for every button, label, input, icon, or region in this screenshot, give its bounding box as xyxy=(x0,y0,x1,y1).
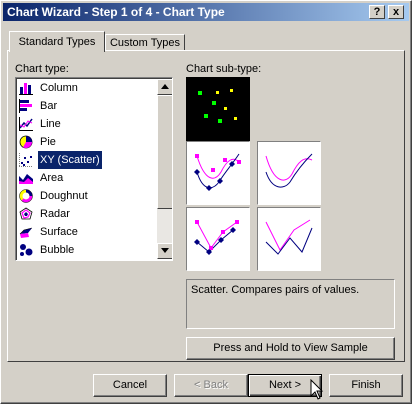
back-label: < Back xyxy=(194,379,228,391)
list-item-label: Radar xyxy=(40,208,70,220)
subtype-scatter-straight-markers[interactable] xyxy=(186,207,250,271)
list-item-label: Surface xyxy=(40,226,78,238)
list-item-label: Area xyxy=(40,172,64,184)
scatter-smooth-markers-icon xyxy=(194,153,241,191)
list-item-doughnut[interactable]: Doughnut xyxy=(18,187,156,205)
subtype-description: Scatter. Compares pairs of values. xyxy=(186,279,395,329)
chart-subtype-label: Chart sub-type: xyxy=(186,63,262,75)
radar-chart-icon xyxy=(19,207,33,220)
list-item-label: Column xyxy=(40,82,78,94)
tab-custom-types-label: Custom Types xyxy=(109,37,181,49)
list-item-column[interactable]: Column xyxy=(18,79,156,97)
finish-button[interactable]: Finish xyxy=(329,374,403,397)
tab-standard-types[interactable]: Standard Types xyxy=(9,31,105,52)
bar-chart-icon xyxy=(19,99,32,113)
back-button[interactable]: < Back xyxy=(174,374,248,397)
tab-custom-types[interactable]: Custom Types xyxy=(105,34,185,51)
view-sample-label: Press and Hold to View Sample xyxy=(213,342,368,354)
list-item-bubble[interactable]: Bubble xyxy=(18,241,156,259)
scroll-up-button[interactable] xyxy=(157,79,172,95)
scatter-straight-lines-icon xyxy=(265,219,313,255)
chart-type-label: Chart type: xyxy=(15,63,69,75)
subtype-scatter-markers-only[interactable] xyxy=(186,77,250,141)
list-item-label: XY (Scatter) xyxy=(37,150,103,170)
scatter-markers-only-icon xyxy=(198,89,237,123)
finish-label: Finish xyxy=(351,379,381,391)
doughnut-chart-icon xyxy=(19,189,33,203)
description-text: Scatter. Compares pairs of values. xyxy=(191,284,360,296)
arrow-up-icon xyxy=(161,84,169,89)
scatter-chart-icon xyxy=(19,153,33,167)
list-item-pie[interactable]: Pie xyxy=(18,133,156,151)
chart-wizard-dialog: Chart Wizard - Step 1 of 4 - Chart Type … xyxy=(0,0,412,404)
tab-standard-types-label: Standard Types xyxy=(18,36,96,48)
mouse-cursor-icon xyxy=(310,379,324,400)
line-chart-icon xyxy=(19,117,33,131)
list-item-area[interactable]: Area xyxy=(18,169,156,187)
scroll-down-button[interactable] xyxy=(157,243,172,259)
active-tab-joiner xyxy=(10,50,104,52)
subtype-scatter-straight-lines[interactable] xyxy=(257,207,321,271)
column-chart-icon xyxy=(19,83,33,95)
subtype-scatter-smooth-lines[interactable] xyxy=(257,141,321,205)
chart-type-scrollbar[interactable] xyxy=(157,79,172,259)
cancel-label: Cancel xyxy=(112,379,148,391)
scroll-thumb[interactable] xyxy=(157,95,172,209)
list-item-label: Line xyxy=(40,118,61,130)
pie-chart-icon xyxy=(19,135,33,149)
close-button[interactable]: x xyxy=(388,5,404,19)
area-chart-icon xyxy=(19,174,33,184)
window-title: Chart Wizard - Step 1 of 4 - Chart Type xyxy=(7,5,225,19)
subtype-scatter-smooth-markers[interactable] xyxy=(186,141,250,205)
list-item-label: Bubble xyxy=(40,244,75,256)
surface-chart-icon xyxy=(19,227,33,238)
scatter-straight-markers-icon xyxy=(194,220,239,255)
help-button[interactable]: ? xyxy=(369,5,385,19)
list-item-radar[interactable]: Radar xyxy=(18,205,156,223)
view-sample-button[interactable]: Press and Hold to View Sample xyxy=(186,337,395,360)
cancel-button[interactable]: Cancel xyxy=(93,374,167,397)
list-item-xy-scatter[interactable]: XY (Scatter) xyxy=(18,150,156,170)
list-item-surface[interactable]: Surface xyxy=(18,223,156,241)
list-item-label: Bar xyxy=(40,100,58,112)
scatter-smooth-lines-icon xyxy=(265,153,313,188)
arrow-down-icon xyxy=(161,248,169,253)
list-item-label: Pie xyxy=(40,136,56,148)
list-item-bar[interactable]: Bar xyxy=(18,97,156,115)
list-item-line[interactable]: Line xyxy=(18,115,156,133)
bubble-chart-icon xyxy=(20,244,33,256)
next-label: Next > xyxy=(268,379,302,391)
title-bar: Chart Wizard - Step 1 of 4 - Chart Type … xyxy=(3,3,409,21)
list-item-label: Doughnut xyxy=(40,190,88,202)
chart-type-list[interactable]: Column Bar Line Pie XY (Scatter) Area Do… xyxy=(15,77,173,261)
